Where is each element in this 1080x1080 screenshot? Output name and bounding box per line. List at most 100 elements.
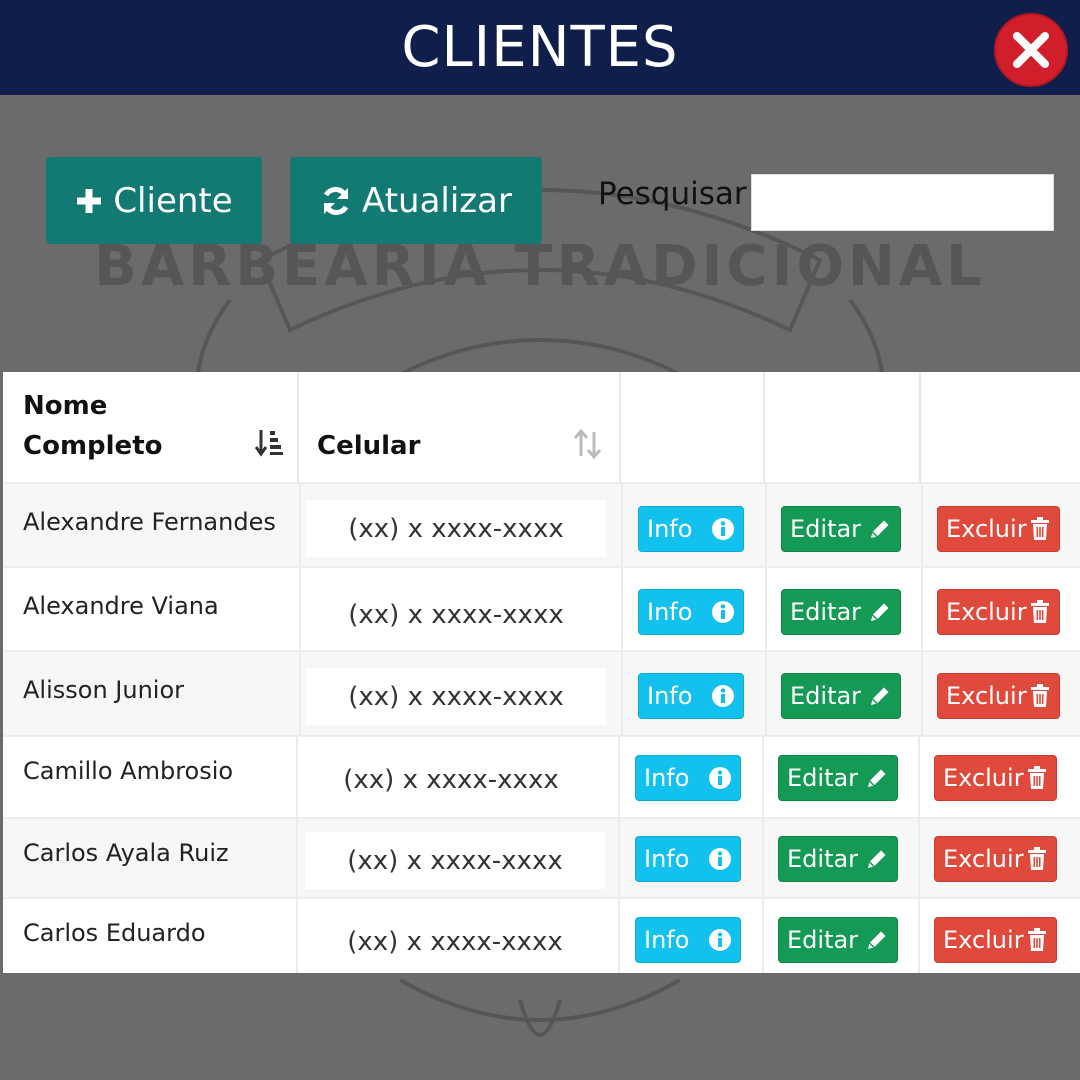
client-phone: (xx) x xxxx-xxxx	[301, 751, 601, 808]
pencil-icon	[868, 684, 892, 708]
pencil-icon	[868, 517, 892, 541]
column-divider	[918, 819, 920, 897]
trash-icon	[1026, 766, 1048, 790]
edit-button-label: Editar	[787, 764, 859, 792]
trash-icon	[1029, 684, 1051, 708]
refresh-label: Atualizar	[362, 180, 512, 221]
add-client-label: Cliente	[113, 180, 233, 221]
sort-both-icon	[573, 428, 602, 460]
delete-button[interactable]: Excluir	[937, 673, 1060, 719]
sort-ascending-icon	[255, 430, 283, 457]
table-row: Camillo Ambrosio (xx) x xxxx-xxxx Info Edit…	[3, 735, 1080, 817]
client-name: Carlos Ayala Ruiz	[23, 839, 229, 867]
search-input[interactable]	[751, 174, 1054, 231]
column-divider	[762, 819, 764, 897]
trash-icon	[1026, 928, 1048, 952]
info-button-label: Info	[647, 682, 693, 710]
column-divider	[618, 819, 620, 897]
add-client-button[interactable]: Cliente	[46, 157, 262, 244]
delete-button[interactable]: Excluir	[937, 506, 1060, 552]
info-icon	[708, 847, 732, 871]
info-button[interactable]: Info	[638, 673, 744, 719]
column-divider	[299, 652, 301, 735]
column-header-name-label: Nome Completo	[23, 391, 163, 461]
column-divider	[765, 568, 767, 650]
delete-button[interactable]: Excluir	[934, 917, 1057, 963]
plus-icon	[75, 187, 103, 215]
delete-button[interactable]: Excluir	[934, 836, 1057, 882]
info-button[interactable]: Info	[635, 917, 741, 963]
edit-button[interactable]: Editar	[781, 506, 901, 552]
column-header-phone-label: Celular	[317, 431, 421, 461]
column-divider	[296, 737, 298, 817]
delete-button-label: Excluir	[943, 845, 1024, 873]
column-divider	[618, 899, 620, 973]
delete-button[interactable]: Excluir	[937, 589, 1060, 635]
edit-button[interactable]: Editar	[778, 755, 898, 801]
delete-button-label: Excluir	[946, 682, 1027, 710]
info-button-label: Info	[647, 598, 693, 626]
table-row: Carlos Eduardo (xx) x xxxx-xxxx Info Editar…	[3, 897, 1080, 973]
column-header-edit	[765, 372, 921, 482]
edit-button-label: Editar	[790, 682, 862, 710]
column-header-info	[621, 372, 765, 482]
trash-icon	[1029, 517, 1051, 541]
column-divider	[621, 484, 623, 566]
header-bar: CLIENTES	[0, 0, 1080, 95]
column-divider	[918, 899, 920, 973]
info-button[interactable]: Info	[638, 506, 744, 552]
column-header-phone[interactable]: Celular	[299, 372, 621, 482]
info-icon	[711, 684, 735, 708]
info-icon	[708, 766, 732, 790]
edit-button[interactable]: Editar	[778, 836, 898, 882]
column-header-name[interactable]: Nome Completo	[3, 372, 299, 482]
edit-button[interactable]: Editar	[778, 917, 898, 963]
table-row: Carlos Ayala Ruiz (xx) x xxxx-xxxx Info Edi…	[3, 817, 1080, 897]
page-title: CLIENTES	[401, 15, 679, 80]
edit-button-label: Editar	[787, 926, 859, 954]
column-divider	[921, 568, 923, 650]
refresh-icon	[320, 185, 352, 217]
client-phone: (xx) x xxxx-xxxx	[306, 500, 606, 557]
client-name: Alisson Junior	[23, 676, 185, 704]
info-icon	[708, 928, 732, 952]
client-phone: (xx) x xxxx-xxxx	[305, 913, 605, 970]
info-icon	[711, 517, 735, 541]
client-phone: (xx) x xxxx-xxxx	[306, 668, 606, 725]
delete-button-label: Excluir	[946, 515, 1027, 543]
close-button[interactable]	[994, 13, 1068, 87]
edit-button-label: Editar	[787, 845, 859, 873]
pencil-icon	[865, 928, 889, 952]
info-button[interactable]: Info	[635, 755, 741, 801]
delete-button-label: Excluir	[943, 926, 1024, 954]
column-divider	[621, 652, 623, 735]
client-phone: (xx) x xxxx-xxxx	[306, 586, 606, 643]
edit-button-label: Editar	[790, 598, 862, 626]
column-divider	[299, 568, 301, 650]
table-header: Nome Completo Celular	[3, 372, 1080, 482]
close-icon	[1013, 32, 1049, 68]
table-row: Alexandre Fernandes (xx) x xxxx-xxxx Info E…	[3, 482, 1080, 566]
pencil-icon	[865, 766, 889, 790]
delete-button[interactable]: Excluir	[934, 755, 1057, 801]
column-divider	[921, 652, 923, 735]
column-divider	[299, 484, 301, 566]
clients-table: Nome Completo Celular Alexandre Fernande…	[3, 372, 1080, 973]
delete-button-label: Excluir	[946, 598, 1027, 626]
column-divider	[921, 484, 923, 566]
info-button-label: Info	[644, 764, 690, 792]
info-button[interactable]: Info	[638, 589, 744, 635]
info-button-label: Info	[644, 845, 690, 873]
info-button-label: Info	[647, 515, 693, 543]
delete-button-label: Excluir	[943, 764, 1024, 792]
info-button-label: Info	[644, 926, 690, 954]
edit-button[interactable]: Editar	[781, 673, 901, 719]
column-divider	[618, 737, 620, 817]
trash-icon	[1029, 600, 1051, 624]
search-label: Pesquisar	[598, 176, 747, 212]
column-divider	[762, 737, 764, 817]
edit-button[interactable]: Editar	[781, 589, 901, 635]
client-name: Alexandre Fernandes	[23, 508, 276, 536]
info-button[interactable]: Info	[635, 836, 741, 882]
refresh-button[interactable]: Atualizar	[290, 157, 542, 244]
